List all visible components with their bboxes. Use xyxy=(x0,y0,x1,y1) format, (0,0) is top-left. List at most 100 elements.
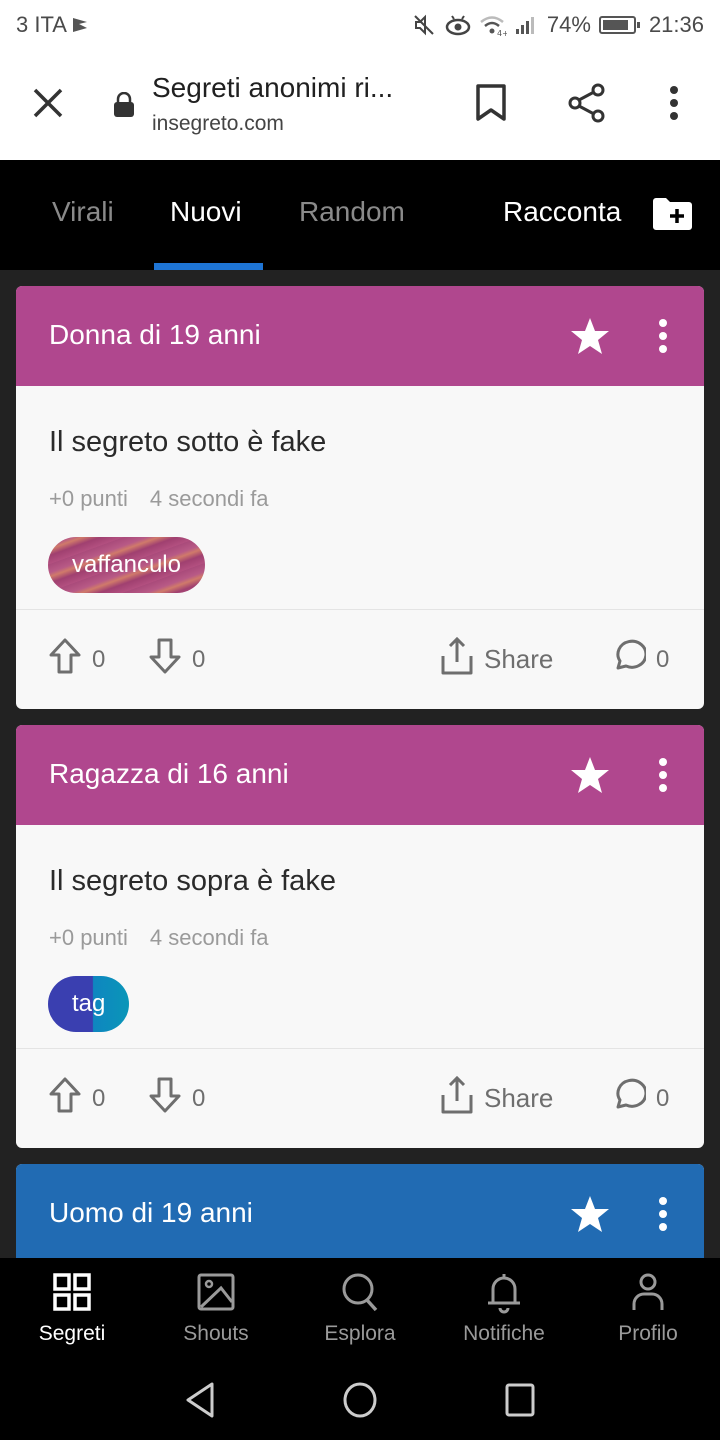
nav-label: Segreti xyxy=(38,1322,106,1345)
arrow-up-icon xyxy=(48,637,82,682)
arrow-up-icon xyxy=(48,1076,82,1121)
secret-card: Uomo di 19 anni xyxy=(16,1164,704,1258)
bell-icon xyxy=(488,1274,520,1314)
upvote-button[interactable]: 0 xyxy=(48,610,105,709)
upvote-count: 0 xyxy=(92,645,106,673)
nav-label: Esplora xyxy=(324,1322,396,1345)
points-label: +0 punti xyxy=(49,925,128,950)
tag-chip[interactable]: tag xyxy=(48,976,130,1032)
status-bar: 3 ITA 4+ 74% 21:36 xyxy=(0,0,720,50)
browser-toolbar: Segreti anonimi ri... insegreto.com xyxy=(0,50,720,160)
system-navigation-bar xyxy=(0,1362,720,1440)
page-url[interactable]: insegreto.com xyxy=(152,112,284,136)
back-icon[interactable] xyxy=(184,1381,216,1419)
arrow-down-icon xyxy=(148,637,182,682)
arrow-down-icon xyxy=(148,1076,182,1121)
upvote-count: 0 xyxy=(92,1084,106,1112)
timestamp: 4 secondi fa xyxy=(149,486,269,511)
home-icon[interactable] xyxy=(342,1381,378,1419)
bookmark-icon[interactable] xyxy=(474,83,508,128)
share-label: Share xyxy=(484,1083,554,1113)
tag-chip[interactable]: vaffanculo xyxy=(48,537,205,593)
svg-text:4+: 4+ xyxy=(497,29,507,36)
star-icon[interactable] xyxy=(569,755,611,800)
carrier-flag-icon xyxy=(71,16,89,34)
secret-card: Ragazza di 16 anni Il segreto sopra è fa… xyxy=(16,725,704,1148)
tab-virali[interactable]: Virali xyxy=(52,196,114,228)
comment-icon xyxy=(610,1077,648,1120)
downvote-count: 0 xyxy=(192,1084,206,1112)
recents-icon[interactable] xyxy=(504,1381,536,1419)
secret-text: Il segreto sopra è fake xyxy=(49,865,336,897)
comment-count: 0 xyxy=(656,645,670,673)
nav-shouts[interactable]: Shouts xyxy=(144,1258,288,1362)
tab-nuovi[interactable]: Nuovi xyxy=(170,196,242,228)
eye-icon xyxy=(445,14,471,36)
active-tab-indicator xyxy=(154,263,263,270)
nav-label: Shouts xyxy=(183,1322,249,1345)
share-label: Share xyxy=(484,644,554,674)
share-button[interactable]: Share xyxy=(440,610,553,709)
comment-icon xyxy=(610,638,648,681)
page-title: Segreti anonimi ri... xyxy=(152,72,394,103)
signal-icon xyxy=(515,15,539,35)
star-icon[interactable] xyxy=(569,1194,611,1239)
post-meta: +0 punti 4 secondi fa xyxy=(49,925,269,951)
more-vert-icon[interactable] xyxy=(656,1196,670,1237)
nav-profilo[interactable]: Profilo xyxy=(576,1258,720,1362)
comments-button[interactable]: 0 xyxy=(610,610,669,709)
star-icon[interactable] xyxy=(569,316,611,361)
comments-button[interactable]: 0 xyxy=(610,1049,669,1148)
comment-count: 0 xyxy=(656,1084,670,1112)
secrets-feed[interactable]: Donna di 19 anni Il segreto sotto è fake… xyxy=(0,270,720,1258)
secret-text: Il segreto sotto è fake xyxy=(49,426,327,458)
racconta-button[interactable]: Racconta xyxy=(503,196,621,228)
nav-label: Notifiche xyxy=(463,1322,545,1345)
clock: 21:36 xyxy=(648,12,704,37)
card-body[interactable]: Il segreto sotto è fake +0 punti 4 second… xyxy=(16,386,704,610)
author-label: Ragazza di 16 anni xyxy=(49,758,289,789)
tab-random[interactable]: Random xyxy=(299,196,405,228)
card-header: Donna di 19 anni xyxy=(16,286,704,386)
feed-tab-bar: Virali Nuovi Random Racconta xyxy=(0,160,720,270)
downvote-button[interactable]: 0 xyxy=(148,1049,205,1148)
points-label: +0 punti xyxy=(49,486,128,511)
wifi-icon: 4+ xyxy=(479,14,507,36)
more-vert-icon[interactable] xyxy=(660,83,688,128)
nav-label: Profilo xyxy=(618,1322,678,1345)
timestamp: 4 secondi fa xyxy=(149,925,269,950)
card-actions: 0 0 Share 0 xyxy=(16,1049,704,1148)
nav-esplora[interactable]: Esplora xyxy=(288,1258,432,1362)
nav-notifiche[interactable]: Notifiche xyxy=(432,1258,576,1362)
image-icon xyxy=(197,1273,235,1311)
lock-icon[interactable] xyxy=(113,91,135,123)
author-label: Uomo di 19 anni xyxy=(49,1197,253,1228)
more-vert-icon[interactable] xyxy=(656,757,670,798)
nav-segreti[interactable]: Segreti xyxy=(0,1258,144,1362)
card-body[interactable]: Il segreto sopra è fake +0 punti 4 second… xyxy=(16,825,704,1049)
battery-icon xyxy=(598,15,641,35)
person-icon xyxy=(632,1273,664,1310)
card-header: Uomo di 19 anni xyxy=(16,1164,704,1258)
new-folder-icon[interactable] xyxy=(651,197,693,236)
author-label: Donna di 19 anni xyxy=(49,319,261,350)
secret-card: Donna di 19 anni Il segreto sotto è fake… xyxy=(16,286,704,709)
mute-icon xyxy=(413,14,437,36)
share-button[interactable]: Share xyxy=(440,1049,553,1148)
carrier-label: 3 ITA xyxy=(16,12,67,37)
close-icon[interactable] xyxy=(28,83,68,123)
card-header: Ragazza di 16 anni xyxy=(16,725,704,825)
grid-icon xyxy=(53,1273,91,1311)
upvote-button[interactable]: 0 xyxy=(48,1049,105,1148)
share-icon[interactable] xyxy=(566,82,608,129)
post-meta: +0 punti 4 secondi fa xyxy=(49,486,269,512)
card-actions: 0 0 Share 0 xyxy=(16,610,704,709)
downvote-count: 0 xyxy=(192,645,206,673)
more-vert-icon[interactable] xyxy=(656,318,670,359)
downvote-button[interactable]: 0 xyxy=(148,610,205,709)
upload-share-icon xyxy=(440,636,474,683)
search-icon xyxy=(342,1273,378,1312)
battery-label: 74% xyxy=(546,12,591,37)
bottom-navigation: Segreti Shouts Esplora Notifiche Profilo xyxy=(0,1258,720,1362)
upload-share-icon xyxy=(440,1075,474,1122)
